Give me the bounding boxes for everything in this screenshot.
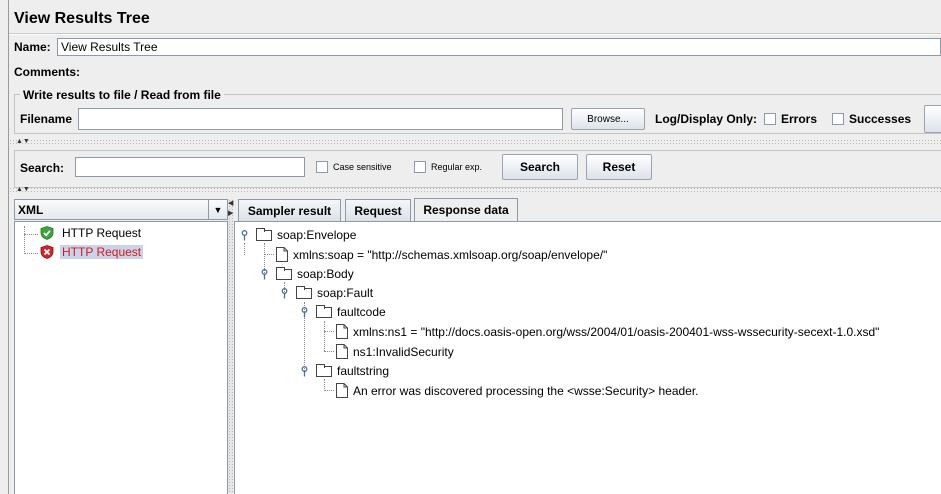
xml-node-element[interactable]: soap:Fault [279,285,374,300]
x-shield-icon [40,245,54,259]
comments-label: Comments: [14,65,81,79]
xml-node-label: faultstring [337,364,390,378]
filename-label: Filename [20,112,73,126]
tree-line [24,253,38,254]
sample-item-success[interactable]: HTTP Request [40,226,141,240]
panel-title: View Results Tree [14,10,150,27]
configure-button[interactable] [924,105,941,133]
tree-line [304,312,305,371]
search-label: Search: [20,161,65,175]
xml-node-element[interactable]: faultstring [299,363,390,378]
xml-node-element[interactable]: soap:Body [259,266,354,281]
tab-response-data[interactable]: Response data [414,198,518,221]
splitter-middle[interactable] [9,187,941,193]
tab-sampler-result[interactable]: Sampler result [238,199,341,221]
chevron-down-icon[interactable]: ▼ [208,200,227,219]
successes-label: Successes [849,112,912,126]
tree-line [244,243,245,255]
reset-button[interactable]: Reset [586,154,652,180]
splitter-arrows-icon[interactable]: ▲▼ [16,138,30,145]
tree-key-icon[interactable] [299,365,310,377]
document-icon [276,247,288,262]
tree-line [324,331,334,332]
file-group-legend: Write results to file / Read from file [20,88,224,102]
tree-line [324,390,334,391]
check-shield-icon [40,226,54,240]
folder-icon [316,304,332,318]
case-sensitive-checkbox[interactable] [316,161,328,173]
xml-node-label: soap:Fault [317,286,374,300]
splitter-vertical[interactable] [228,199,233,494]
sample-item-error[interactable]: HTTP Request [40,245,144,259]
xml-node-attribute[interactable]: xmlns:soap = "http://schemas.xmlsoap.org… [276,247,607,262]
xml-node-text[interactable]: An error was discovered processing the <… [336,383,699,398]
xml-node-label: ns1:InvalidSecurity [353,344,454,359]
browse-button[interactable]: Browse... [571,108,645,130]
sample-results-list [14,221,228,494]
errors-checkbox[interactable] [764,113,776,125]
folder-icon [256,227,272,241]
xml-node-element[interactable]: soap:Envelope [239,227,357,242]
renderer-select[interactable]: XML ▼ [14,199,228,220]
expand-arrow-icon[interactable]: ▶ [228,210,233,217]
search-input[interactable] [75,157,305,177]
folder-icon [296,285,312,299]
regex-checkbox[interactable] [414,161,426,173]
tree-line [264,254,274,255]
tree-line [24,226,25,254]
tree-key-icon[interactable] [239,229,250,241]
name-input[interactable] [57,38,941,56]
case-sensitive-label: Case sensitive [333,162,392,172]
title-divider [9,33,941,35]
xml-node-label: faultcode [337,305,386,319]
xml-node-element[interactable]: faultcode [299,304,386,319]
folder-icon [316,363,332,377]
xml-node-label: An error was discovered processing the <… [353,383,699,398]
errors-label: Errors [781,112,818,126]
document-icon [336,383,348,398]
document-icon [336,344,348,359]
tree-key-icon[interactable] [279,287,290,299]
tree-line [324,321,325,351]
xml-node-text[interactable]: ns1:InvalidSecurity [336,344,454,359]
tree-line [324,351,334,352]
xml-node-label: soap:Envelope [277,228,357,242]
sample-item-label: HTTP Request [62,226,142,240]
tree-key-icon[interactable] [299,306,310,318]
collapse-arrow-icon[interactable]: ◀ [228,200,233,207]
log-display-label: Log/Display Only: [655,112,758,126]
splitter-arrows-icon[interactable]: ▲▼ [16,186,30,193]
tree-line [24,234,38,235]
tab-request[interactable]: Request [345,199,411,221]
tree-key-icon[interactable] [259,268,270,280]
filename-input[interactable] [78,108,563,130]
folder-icon [276,266,292,280]
xml-node-label: xmlns:soap = "http://schemas.xmlsoap.org… [293,247,608,262]
xml-node-label: soap:Body [297,267,354,281]
successes-checkbox[interactable] [832,113,844,125]
sample-item-label: HTTP Request [60,245,144,259]
search-button[interactable]: Search [502,154,578,180]
regex-label: Regular exp. [431,162,483,172]
name-label: Name: [14,40,51,54]
splitter-top[interactable] [9,139,941,145]
xml-node-attribute[interactable]: xmlns:ns1 = "http://docs.oasis-open.org/… [336,324,879,339]
document-icon [336,324,348,339]
renderer-select-value: XML [18,203,44,217]
xml-node-label: xmlns:ns1 = "http://docs.oasis-open.org/… [353,324,880,339]
